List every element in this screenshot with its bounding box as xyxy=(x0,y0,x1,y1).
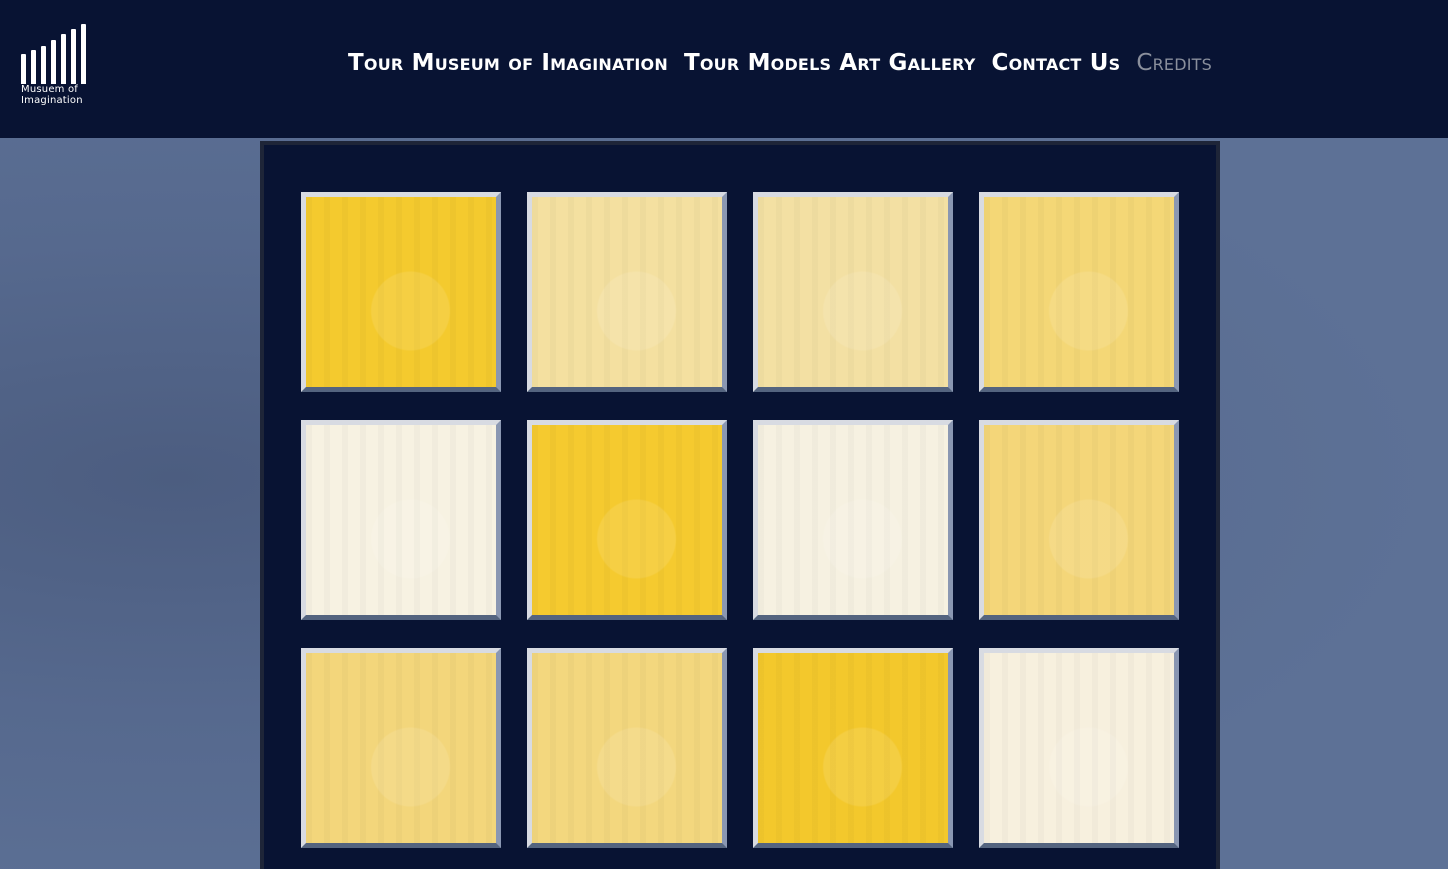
puzzle-tile[interactable] xyxy=(753,420,953,620)
puzzle-tile[interactable] xyxy=(301,420,501,620)
nav-tour-models-gallery[interactable]: Tour Models Art Gallery xyxy=(684,50,976,76)
nav-contact-us[interactable]: Contact Us xyxy=(992,50,1121,76)
tile-artwork xyxy=(984,197,1174,387)
puzzle-tile[interactable] xyxy=(527,420,727,620)
logo-bar xyxy=(41,46,46,84)
puzzle-tile[interactable] xyxy=(527,648,727,848)
tile-artwork xyxy=(984,653,1174,843)
puzzle-tile[interactable] xyxy=(527,192,727,392)
tile-artwork xyxy=(984,425,1174,615)
puzzle-tile[interactable] xyxy=(753,192,953,392)
logo-bar xyxy=(21,54,26,84)
logo-bar xyxy=(71,29,76,84)
logo-bar xyxy=(81,24,86,84)
tile-artwork xyxy=(306,197,496,387)
tile-artwork xyxy=(758,653,948,843)
main-nav: Tour Museum of Imagination Tour Models A… xyxy=(348,48,1212,78)
museum-logo[interactable]: Musuem of Imagination xyxy=(21,24,95,112)
puzzle-tile[interactable] xyxy=(979,192,1179,392)
site-header: Musuem of Imagination Tour Museum of Ima… xyxy=(0,0,1448,138)
logo-bar xyxy=(51,40,56,84)
tile-artwork xyxy=(532,425,722,615)
nav-tour-museum[interactable]: Tour Museum of Imagination xyxy=(348,50,668,76)
puzzle-board xyxy=(260,141,1220,869)
tile-artwork xyxy=(532,653,722,843)
tile-artwork xyxy=(758,197,948,387)
nav-credits[interactable]: Credits xyxy=(1136,50,1212,76)
tile-artwork xyxy=(758,425,948,615)
logo-bar xyxy=(61,34,66,84)
tile-artwork xyxy=(306,425,496,615)
puzzle-tile[interactable] xyxy=(301,192,501,392)
puzzle-tile[interactable] xyxy=(753,648,953,848)
puzzle-tile[interactable] xyxy=(979,648,1179,848)
tile-artwork xyxy=(306,653,496,843)
logo-bars-icon xyxy=(21,24,95,84)
tile-artwork xyxy=(532,197,722,387)
logo-bar xyxy=(31,50,36,84)
puzzle-tile[interactable] xyxy=(301,648,501,848)
logo-text: Musuem of Imagination xyxy=(21,84,83,106)
puzzle-tile[interactable] xyxy=(979,420,1179,620)
